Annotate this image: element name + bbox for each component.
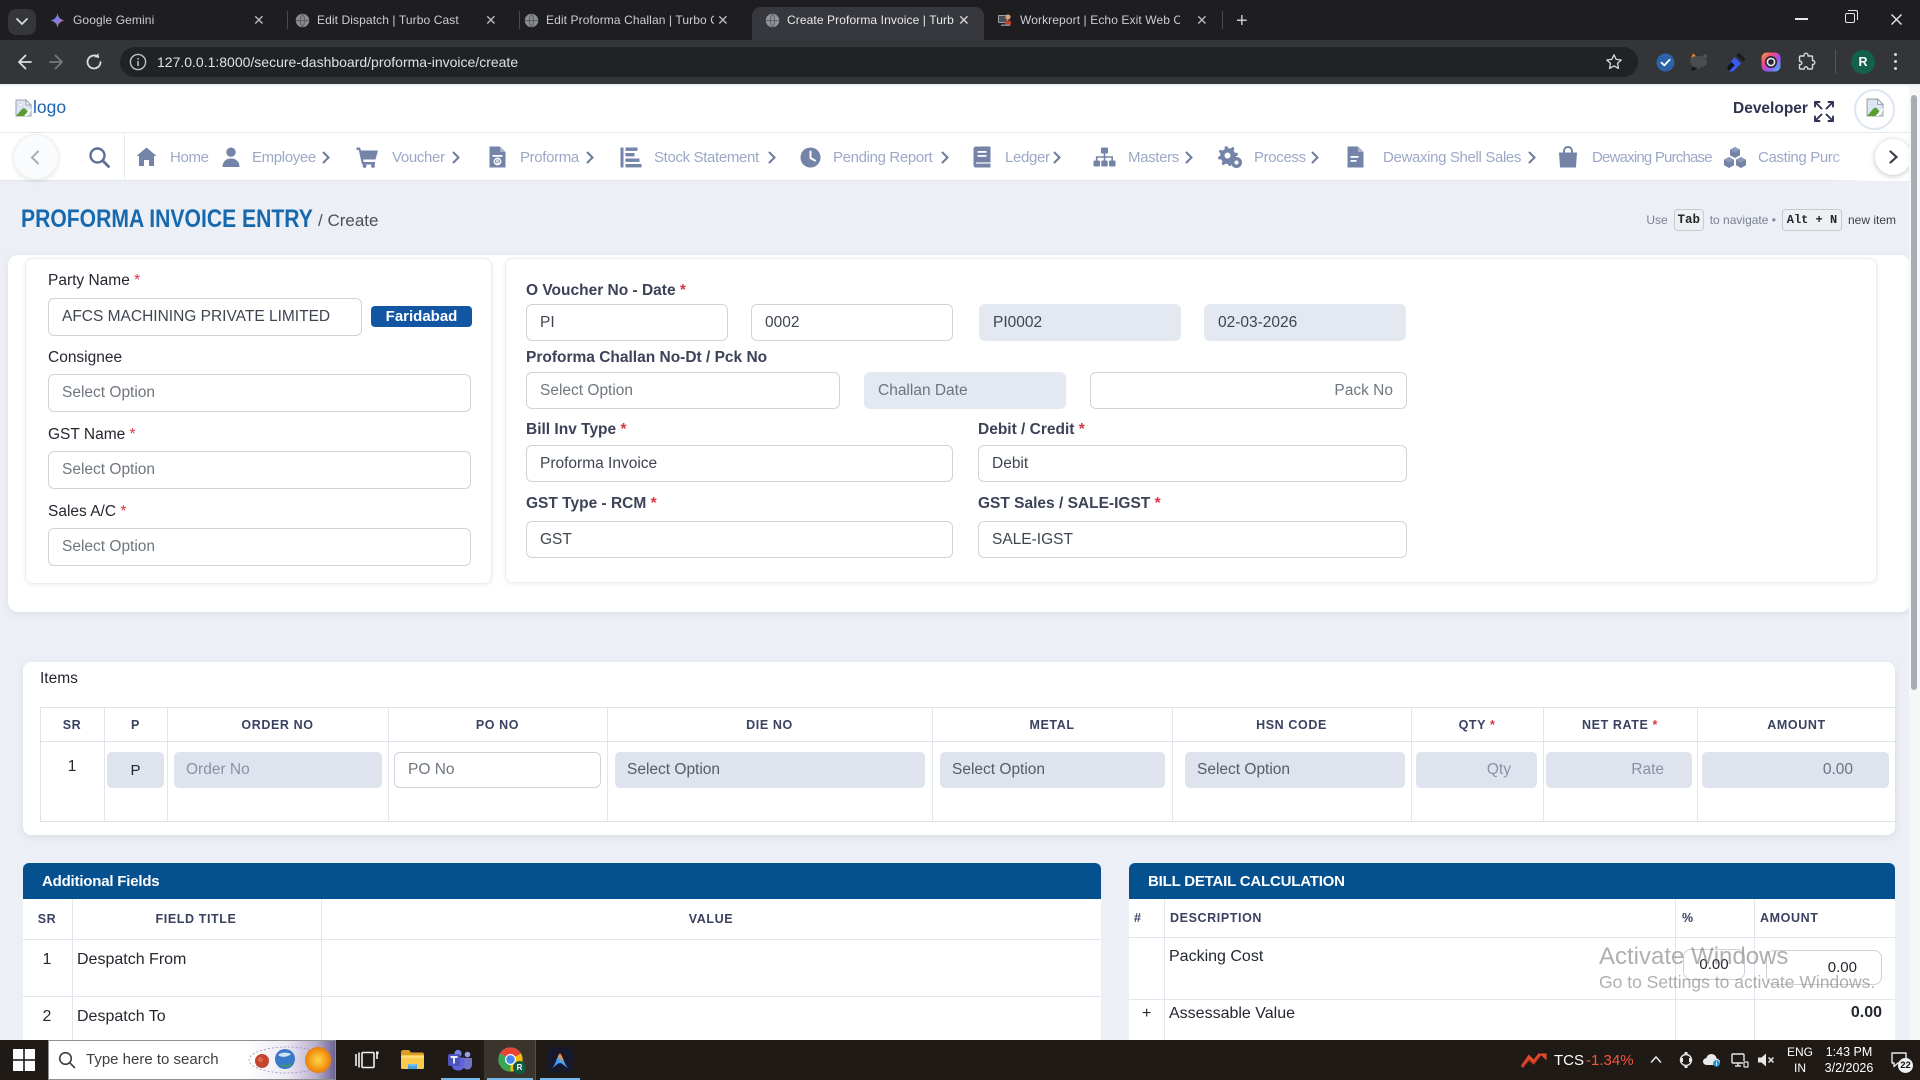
svg-text:$: $	[496, 159, 500, 166]
